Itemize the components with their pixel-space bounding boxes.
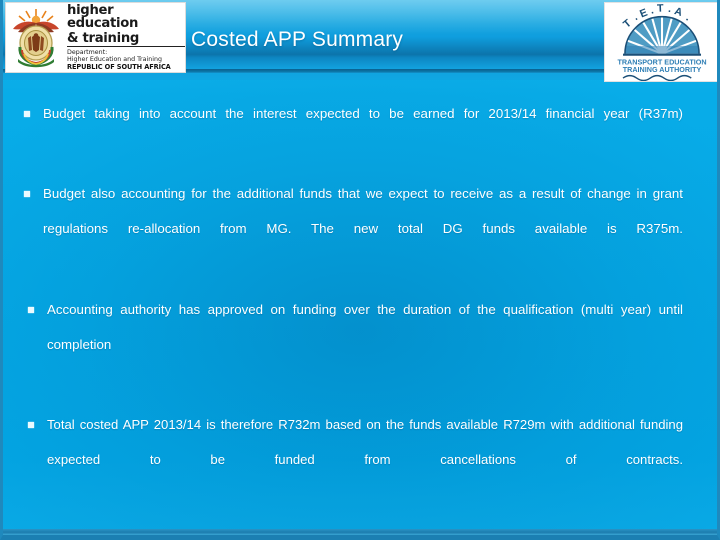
square-bullet-icon <box>28 307 34 313</box>
dhet-logo-text: higher education & training Department: … <box>67 4 185 71</box>
svg-text:.: . <box>649 4 654 16</box>
dhet-logo: higher education & training Department: … <box>5 2 186 73</box>
svg-text:.: . <box>684 12 693 24</box>
svg-text:.: . <box>667 3 672 15</box>
square-bullet-icon <box>24 191 30 197</box>
dhet-line-2: & training <box>67 31 185 47</box>
bullet-item-2: Budget also accounting for the additiona… <box>21 176 683 281</box>
square-bullet-icon <box>28 422 34 428</box>
dhet-line-5: REPUBLIC OF SOUTH AFRICA <box>67 63 171 72</box>
bullet-text-3: Accounting authority has approved on fun… <box>47 302 683 352</box>
svg-text:.: . <box>631 11 640 23</box>
bullet-item-3: Accounting authority has approved on fun… <box>21 292 683 397</box>
svg-text:T: T <box>657 3 664 15</box>
bullet-text-1: Budget taking into account the interest … <box>43 106 683 121</box>
slide: higher education & training Department: … <box>0 0 720 540</box>
bullet-text-2: Budget also accounting for the additiona… <box>43 186 683 236</box>
svg-text:A: A <box>673 5 684 19</box>
south-african-coat-of-arms-icon <box>10 7 62 69</box>
svg-text:E: E <box>638 7 649 21</box>
page-title: Costed APP Summary <box>191 28 404 51</box>
bullet-list: Budget taking into account the interest … <box>3 86 717 512</box>
square-bullet-icon <box>24 111 30 117</box>
teta-logo: T . E . T . A . TRANSPORT EDUCATION TRAI… <box>604 2 717 82</box>
teta-caption-line-2: TRAINING AUTHORITY <box>623 65 702 74</box>
teta-sunburst-icon: T . E . T . A . TRANSPORT EDUCATION TRAI… <box>617 3 707 81</box>
bullet-text-4: Total costed APP 2013/14 is therefore R7… <box>47 417 683 467</box>
bullet-item-4: Total costed APP 2013/14 is therefore R7… <box>21 407 683 512</box>
dhet-line-1: higher education <box>67 3 139 32</box>
svg-text:T: T <box>621 17 634 31</box>
bullet-item-1: Budget taking into account the interest … <box>21 96 683 166</box>
